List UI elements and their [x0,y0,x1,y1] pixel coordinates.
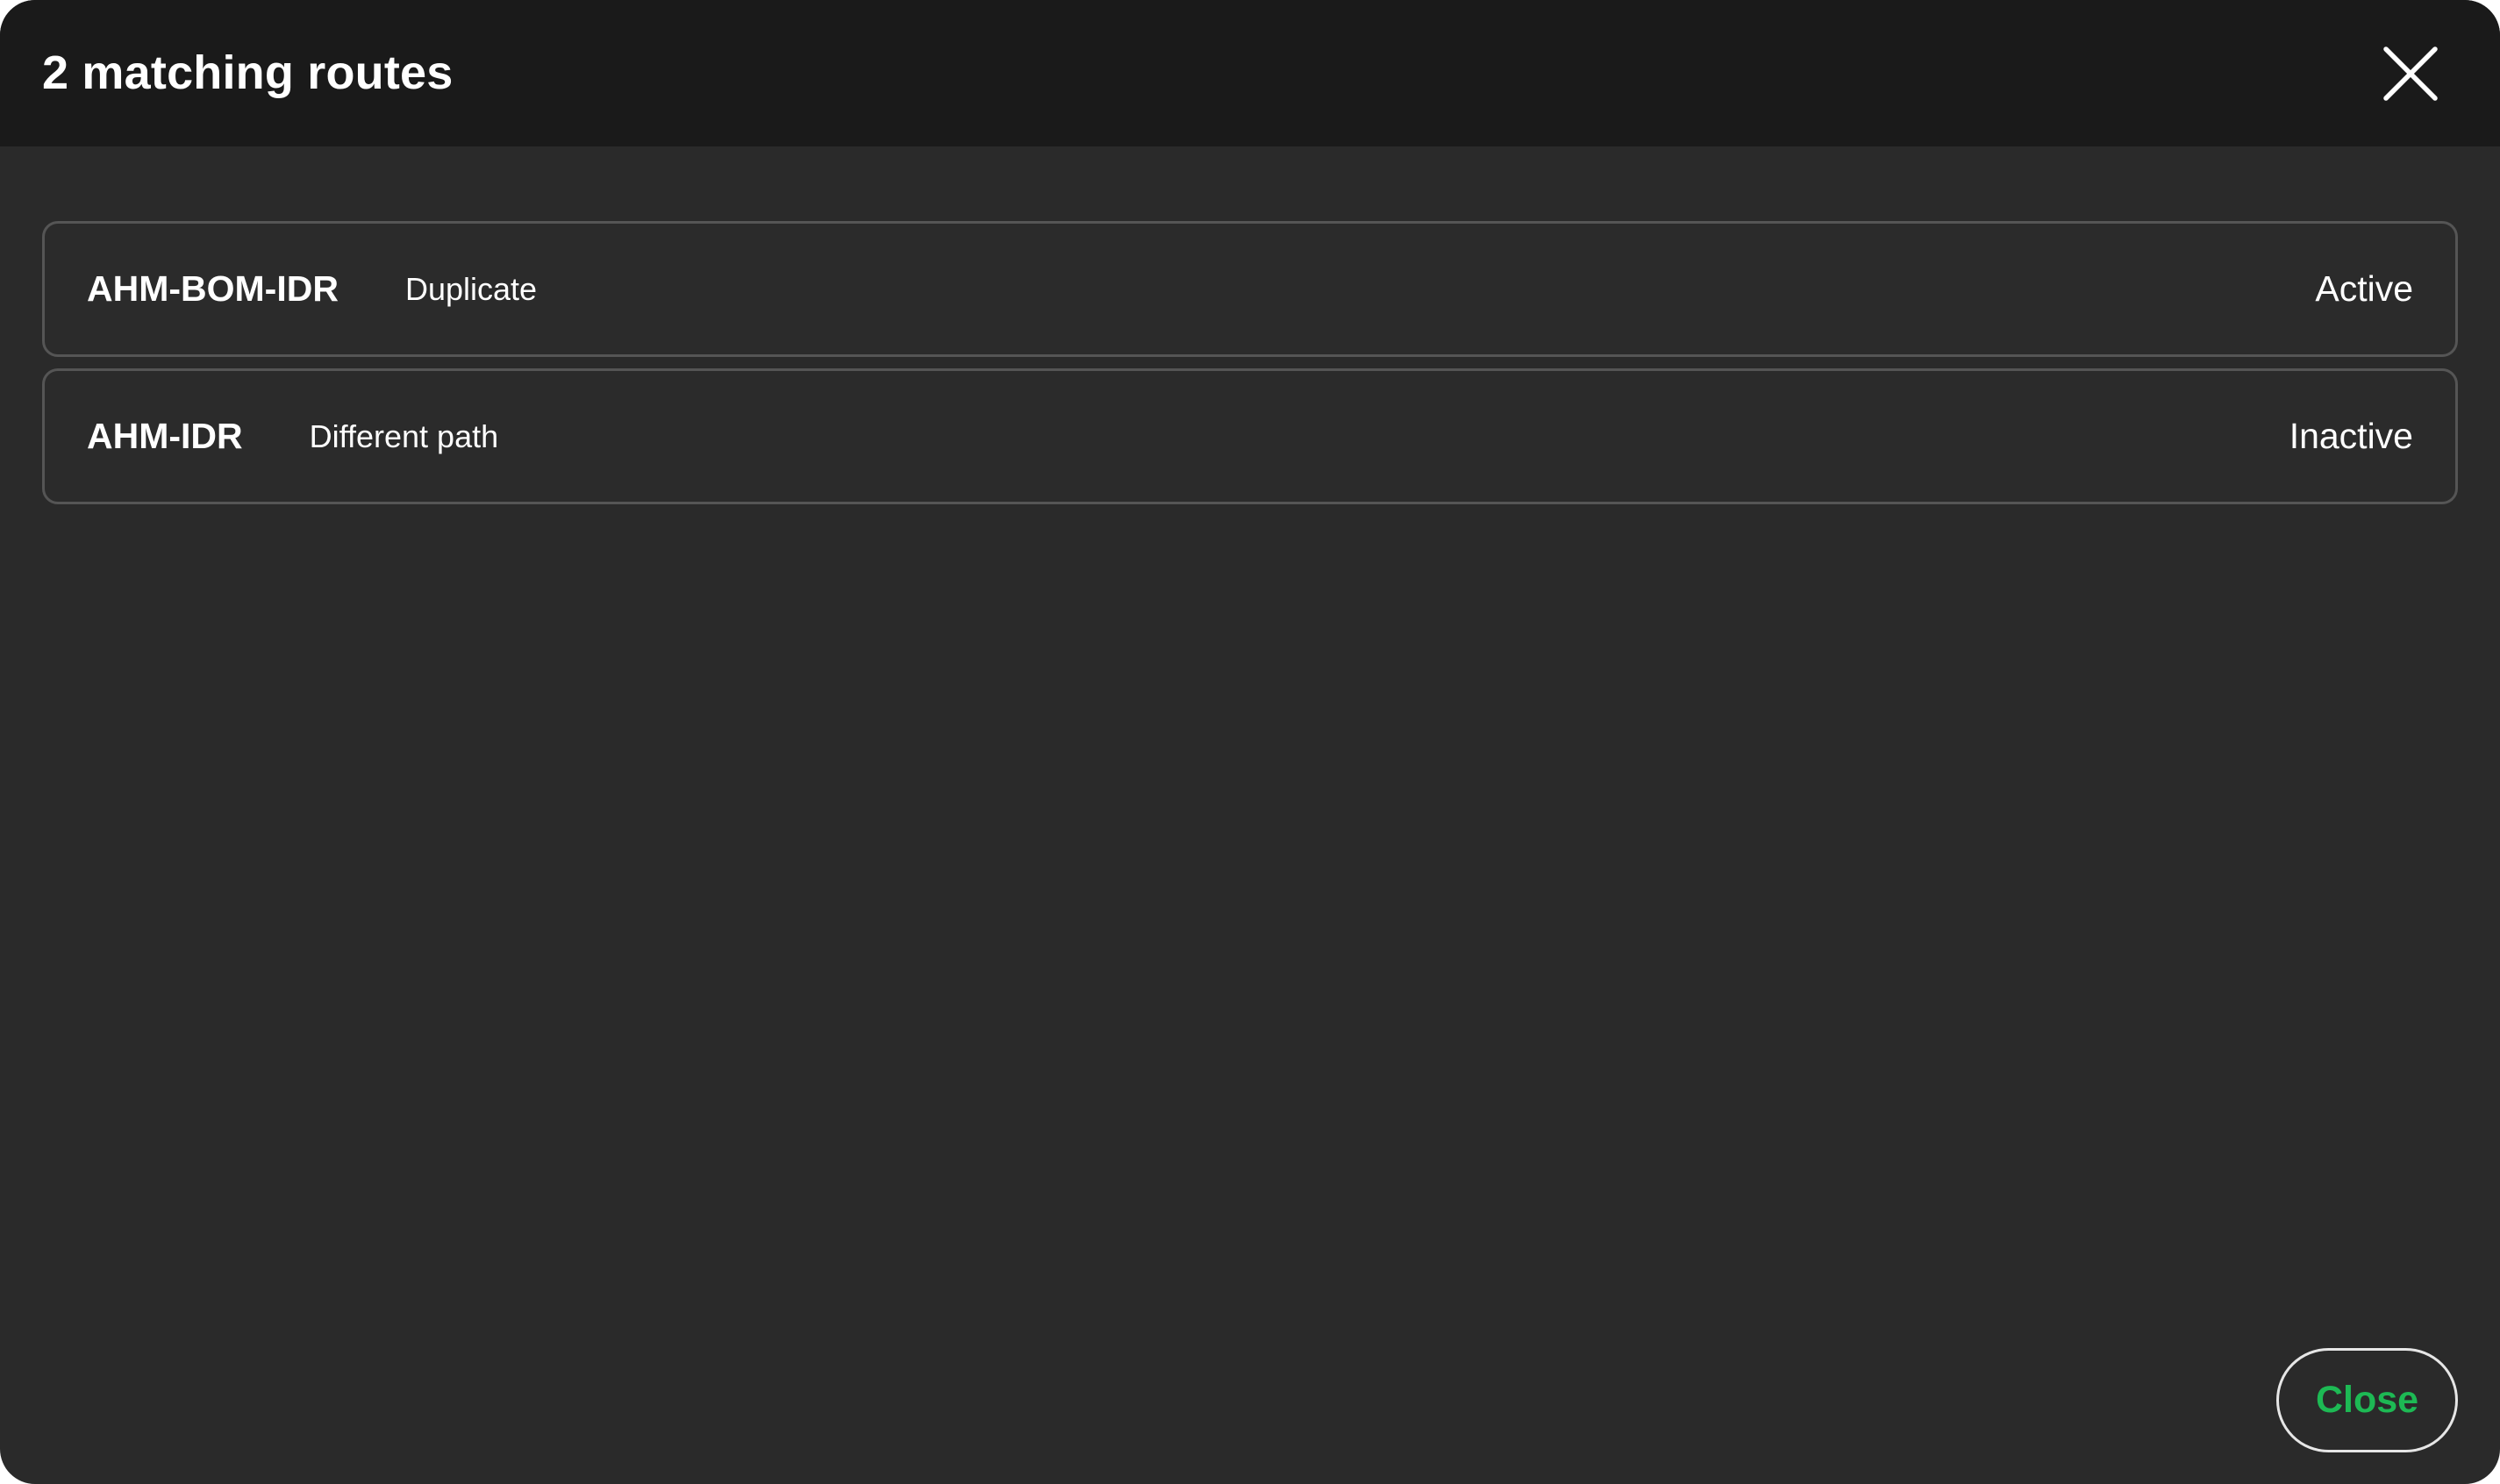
route-code: AHM-IDR [87,416,243,456]
route-status: Active [2315,268,2413,309]
route-description: Different path [309,417,499,454]
matching-routes-dialog: 2 matching routes AHM-BOM-IDR Duplicate … [0,0,2500,1484]
route-description: Duplicate [404,270,538,307]
route-info: AHM-BOM-IDR Duplicate [87,224,537,354]
route-list: AHM-BOM-IDR Duplicate Active AHM-IDR Dif… [42,221,2458,516]
close-icon[interactable] [2377,40,2444,107]
close-icon-glyph [2383,46,2438,101]
route-row[interactable]: AHM-IDR Different path Inactive [42,368,2458,504]
route-row[interactable]: AHM-BOM-IDR Duplicate Active [42,221,2458,357]
dialog-title: 2 matching routes [42,46,454,99]
route-code: AHM-BOM-IDR [87,268,339,309]
close-button[interactable]: Close [2276,1348,2458,1452]
route-info: AHM-IDR Different path [87,371,498,502]
route-status: Inactive [2289,416,2413,456]
dialog-header: 2 matching routes [0,0,2500,146]
